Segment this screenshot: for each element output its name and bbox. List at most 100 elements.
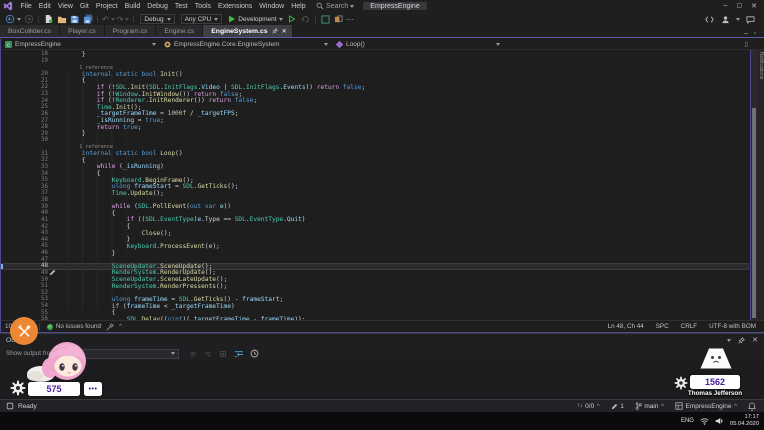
- search-control[interactable]: Search: [316, 2, 354, 10]
- menu-test[interactable]: Test: [171, 3, 191, 10]
- code-line-46[interactable]: 46 }: [1, 250, 749, 257]
- next-message-icon[interactable]: [204, 350, 212, 358]
- type-dropdown[interactable]: EmpressEngine.Core.EngineSystem: [164, 41, 332, 48]
- line-ending[interactable]: CRLF: [681, 323, 697, 330]
- line-number: 49: [1, 270, 57, 276]
- menu-build[interactable]: Build: [121, 3, 144, 10]
- wifi-icon[interactable]: [700, 418, 709, 425]
- menu-view[interactable]: View: [54, 3, 76, 10]
- word-wrap-icon[interactable]: [234, 349, 243, 358]
- line-number: 52: [1, 290, 57, 296]
- menu-help[interactable]: Help: [288, 3, 309, 10]
- code-line-51[interactable]: 51 RenderSystem.RenderPressents();: [1, 283, 749, 290]
- history-clock-icon[interactable]: [250, 349, 259, 358]
- code-line-33[interactable]: 33 while (_isRunning): [1, 164, 749, 171]
- code-line-37[interactable]: 37 Time.Update();: [1, 190, 749, 197]
- pin-tab-icon[interactable]: [272, 28, 278, 34]
- line-number: 24: [1, 98, 57, 104]
- right-gear-icon[interactable]: [674, 376, 688, 390]
- tab-player-cs[interactable]: Player.cs: [60, 25, 105, 37]
- tab-program-cs[interactable]: Program.cs: [105, 25, 157, 37]
- output-content[interactable]: [0, 361, 764, 399]
- menu-file[interactable]: File: [17, 3, 35, 10]
- project-dropdown[interactable]: C EmpressEngine: [5, 41, 160, 48]
- menu-project[interactable]: Project: [92, 3, 121, 10]
- vertical-scrollbar[interactable]: [750, 50, 757, 320]
- menu-tools[interactable]: Tools: [191, 3, 214, 10]
- hot-reload-button[interactable]: [300, 14, 311, 25]
- pin-icon[interactable]: [738, 337, 745, 344]
- menu-edit[interactable]: Edit: [35, 3, 54, 10]
- minimize-panel-icon[interactable]: –: [744, 30, 748, 37]
- code-line-31[interactable]: 31 internal static bool Loop(): [1, 150, 749, 157]
- code-line-29[interactable]: 29 }: [1, 131, 749, 138]
- menu-window[interactable]: Window: [256, 3, 288, 10]
- find-in-files-button[interactable]: [320, 14, 331, 25]
- start-debugging-button[interactable]: Development: [228, 15, 282, 23]
- code-line-19[interactable]: 19: [1, 58, 749, 65]
- code-line-20[interactable]: 20 internal static bool Init(): [1, 71, 749, 78]
- save-button[interactable]: [69, 14, 80, 25]
- indent-mode[interactable]: SPC: [656, 323, 669, 330]
- menu-extensions[interactable]: Extensions: [215, 3, 256, 10]
- toolbar-overflow-button[interactable]: ⋯: [346, 15, 354, 24]
- document-health-indicator[interactable]: ✓ No issues found: [47, 323, 101, 330]
- start-without-debugging-button[interactable]: [287, 14, 298, 25]
- solution-configuration-dropdown[interactable]: Debug: [140, 14, 174, 24]
- scrollbar-thumb[interactable]: [752, 108, 756, 318]
- minimize-button[interactable]: –: [724, 2, 728, 10]
- code-cleanup-icon[interactable]: [106, 323, 114, 331]
- new-file-button[interactable]: [43, 14, 54, 25]
- tab-boxcollider-cs[interactable]: BoxCollider.cs: [0, 25, 60, 37]
- solution-explorer-sync-button[interactable]: [333, 14, 344, 25]
- code-editor[interactable]: 18 }19 1 reference20 internal static boo…: [1, 50, 764, 320]
- solution-platform-dropdown[interactable]: Any CPU: [181, 14, 223, 24]
- menu-git[interactable]: Git: [76, 3, 92, 10]
- encoding[interactable]: UTF-8 with BOM: [709, 323, 756, 330]
- repository-status[interactable]: EmpressEngine ^: [675, 402, 737, 410]
- split-window-icon[interactable]: ▯: [744, 40, 764, 48]
- maximize-button[interactable]: ▢: [736, 2, 742, 10]
- float-panel-icon[interactable]: ▫: [754, 31, 756, 37]
- git-sync-status[interactable]: ↑↓ 0/0 ^: [577, 403, 600, 410]
- live-share-button[interactable]: [704, 14, 715, 25]
- tab-engine-cs[interactable]: Engine.cs: [156, 25, 203, 37]
- overlay-menu-button[interactable]: •••: [84, 382, 102, 396]
- send-feedback-button[interactable]: [745, 14, 756, 25]
- notifications-tab[interactable]: Notifications: [757, 50, 764, 320]
- git-branch-status[interactable]: main ^: [635, 402, 664, 410]
- close-panel-icon[interactable]: ✕: [752, 336, 758, 344]
- code-line-30[interactable]: 30: [1, 137, 749, 144]
- code-line-18[interactable]: 18 }: [1, 51, 749, 58]
- member-dropdown[interactable]: Loop(): [336, 41, 504, 48]
- user-account-avatar[interactable]: [720, 14, 731, 25]
- chevron-down-icon[interactable]: [17, 18, 21, 21]
- navigate-forward-button[interactable]: [23, 14, 34, 25]
- clear-all-icon[interactable]: [219, 350, 227, 358]
- tab-label: Player.cs: [68, 28, 96, 35]
- caret-position[interactable]: Ln 48, Ch 44: [608, 323, 644, 330]
- status-bar: Ready ↑↓ 0/0 ^ 1 main ^ EmpressEngine ^: [0, 399, 764, 412]
- chevron-down-icon[interactable]: [727, 339, 731, 342]
- volume-icon[interactable]: [715, 417, 724, 425]
- code-line-28[interactable]: 28 return true;: [1, 124, 749, 131]
- menu-debug[interactable]: Debug: [144, 3, 172, 10]
- caret-up-icon[interactable]: ^: [119, 323, 122, 330]
- keyboard-language-indicator[interactable]: ENG: [681, 418, 694, 424]
- close-tab-icon[interactable]: ✕: [282, 28, 287, 35]
- save-all-button[interactable]: [82, 14, 93, 25]
- left-gear-icon[interactable]: [10, 380, 26, 396]
- chevron-down-icon[interactable]: [736, 18, 740, 21]
- open-folder-button[interactable]: [56, 14, 67, 25]
- code-line-56[interactable]: 56 SDL.Delay((uint)(_targetFrameTime - f…: [1, 316, 749, 320]
- background-tasks-icon[interactable]: [6, 402, 14, 410]
- close-button[interactable]: ✕: [751, 2, 757, 10]
- undo-button[interactable]: ↶: [102, 15, 109, 24]
- notifications-bell-icon[interactable]: [748, 402, 756, 411]
- previous-message-icon[interactable]: [189, 350, 197, 358]
- system-clock[interactable]: 17:17 05.04.2020: [730, 414, 759, 428]
- navigate-back-button[interactable]: [4, 14, 15, 25]
- pending-edits-status[interactable]: 1: [611, 403, 624, 410]
- redo-button[interactable]: ↷: [117, 15, 124, 24]
- tab-enginesystem-cs[interactable]: EngineSystem.cs✕: [203, 25, 292, 37]
